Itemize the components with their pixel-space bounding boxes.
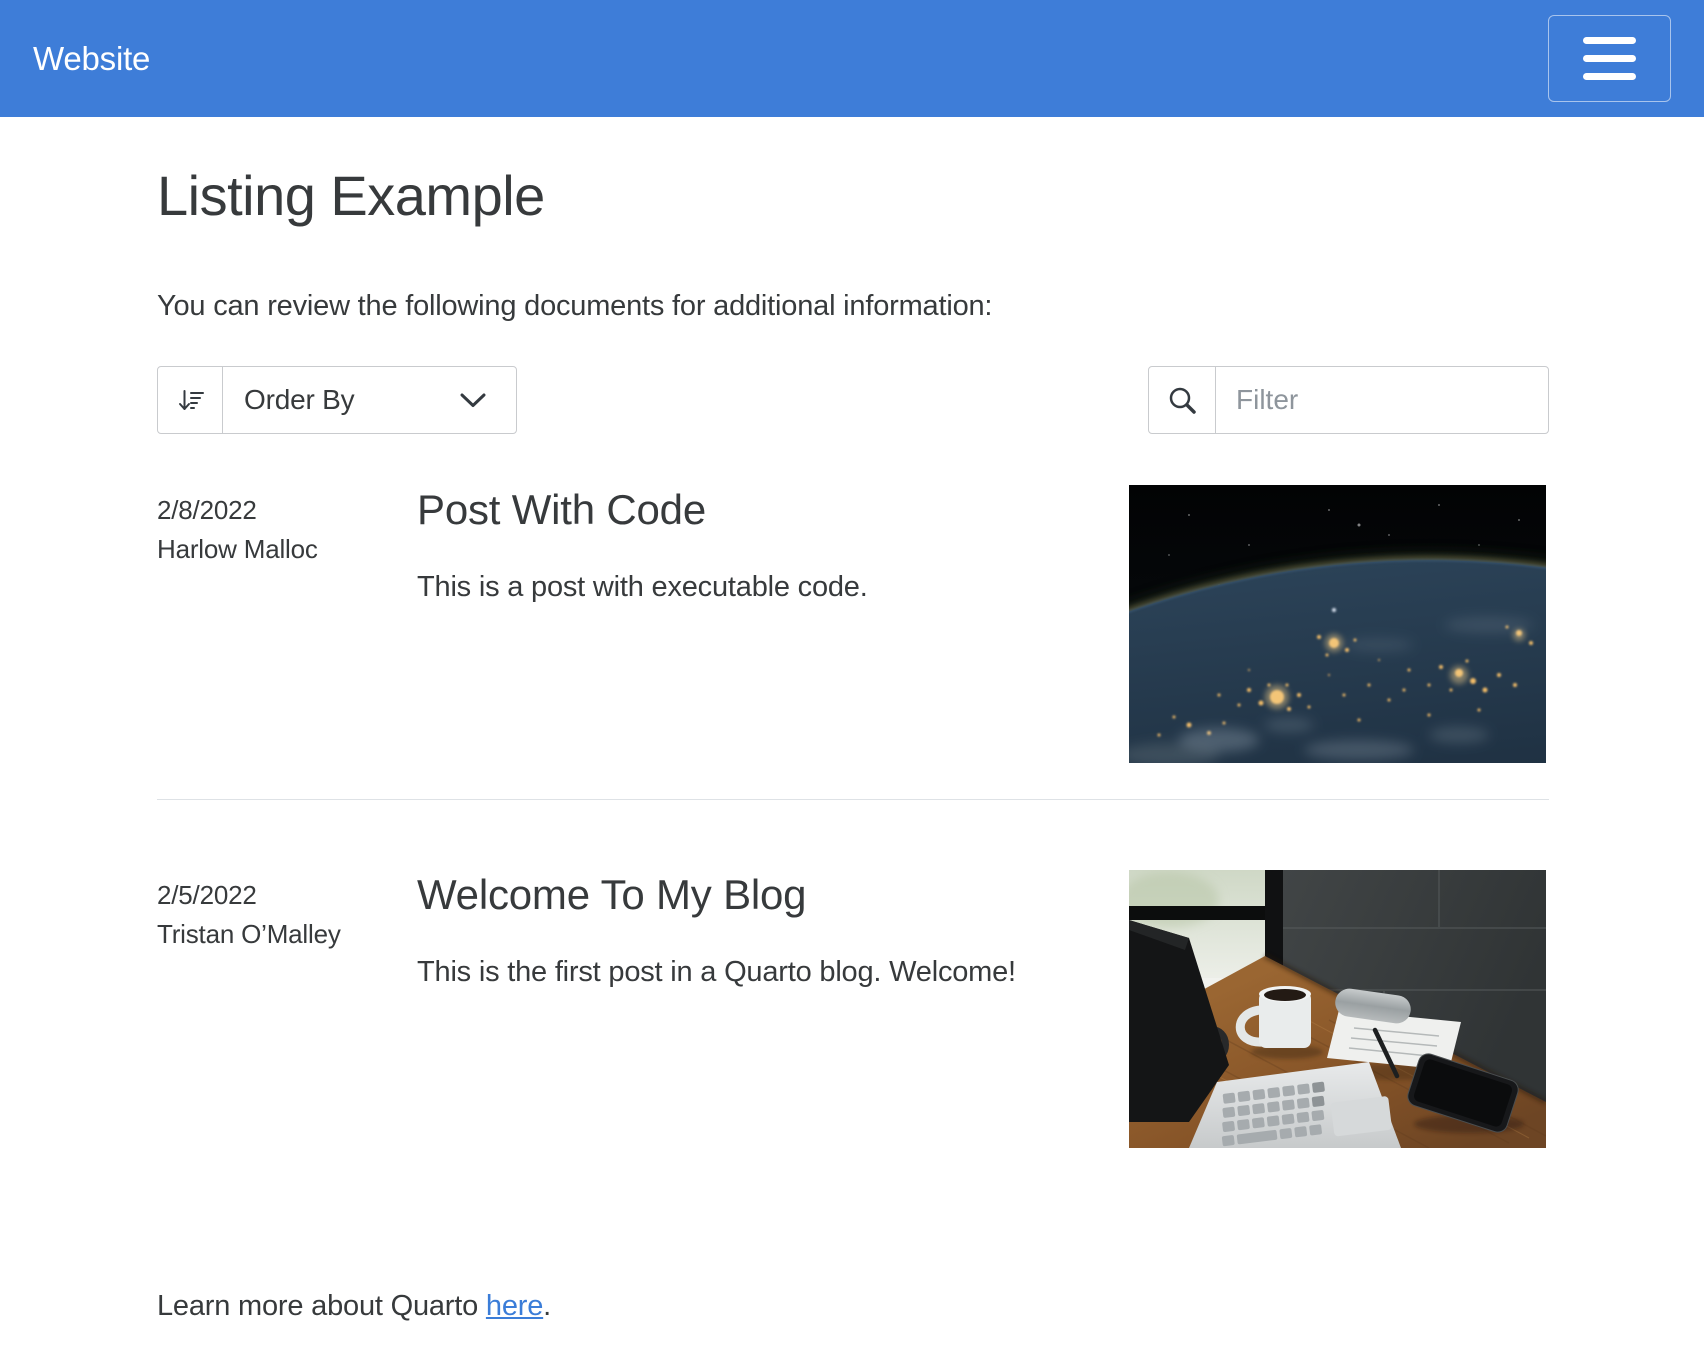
- post-thumbnail-link[interactable]: [1129, 870, 1549, 1148]
- listing-controls: Order By: [157, 366, 1549, 434]
- search-icon: [1149, 367, 1216, 433]
- order-by-dropdown[interactable]: Order By: [157, 366, 517, 434]
- footer-text-before-link: Learn more about Quarto: [157, 1290, 486, 1322]
- hamburger-icon: [1583, 55, 1636, 62]
- post-listing-item: 2/8/2022 Harlow Malloc Post With Code Th…: [157, 434, 1549, 799]
- post-date: 2/5/2022: [157, 876, 417, 915]
- order-by-label: Order By: [244, 384, 354, 416]
- footer-text: Learn more about Quarto here.: [157, 1286, 1549, 1326]
- page-title: Listing Example: [157, 161, 1549, 231]
- post-author: Harlow Malloc: [157, 530, 417, 569]
- post-meta: 2/8/2022 Harlow Malloc: [157, 485, 417, 763]
- post-body: Welcome To My Blog This is the first pos…: [417, 870, 1129, 1148]
- navbar: Website: [0, 0, 1704, 117]
- post-body: Post With Code This is a post with execu…: [417, 485, 1129, 763]
- page-content: Listing Example You can review the follo…: [0, 161, 1549, 1326]
- footer-text-after-link: .: [543, 1290, 551, 1322]
- filter-box: [1148, 366, 1549, 434]
- earth-at-night-image: [1129, 485, 1546, 763]
- post-description: This is a post with executable code.: [417, 560, 1017, 614]
- post-date: 2/8/2022: [157, 491, 417, 530]
- quarto-link[interactable]: here: [486, 1290, 543, 1322]
- filter-input[interactable]: [1216, 367, 1548, 433]
- navbar-brand[interactable]: Website: [33, 42, 150, 75]
- post-thumbnail-link[interactable]: [1129, 485, 1549, 763]
- hamburger-icon: [1583, 73, 1636, 80]
- sort-amount-down-icon: [158, 367, 223, 433]
- post-title-link[interactable]: Post With Code: [417, 485, 1017, 535]
- chevron-down-icon: [460, 393, 486, 408]
- post-author: Tristan O’Malley: [157, 915, 417, 954]
- post-meta: 2/5/2022 Tristan O’Malley: [157, 870, 417, 1148]
- menu-toggle-button[interactable]: [1548, 15, 1671, 102]
- hamburger-icon: [1583, 37, 1636, 44]
- desk-workspace-image: [1129, 870, 1546, 1148]
- intro-text: You can review the following documents f…: [157, 286, 1549, 326]
- post-title-link[interactable]: Welcome To My Blog: [417, 870, 1017, 920]
- post-description: This is the first post in a Quarto blog.…: [417, 945, 1017, 999]
- post-listing-item: 2/5/2022 Tristan O’Malley Welcome To My …: [157, 800, 1549, 1148]
